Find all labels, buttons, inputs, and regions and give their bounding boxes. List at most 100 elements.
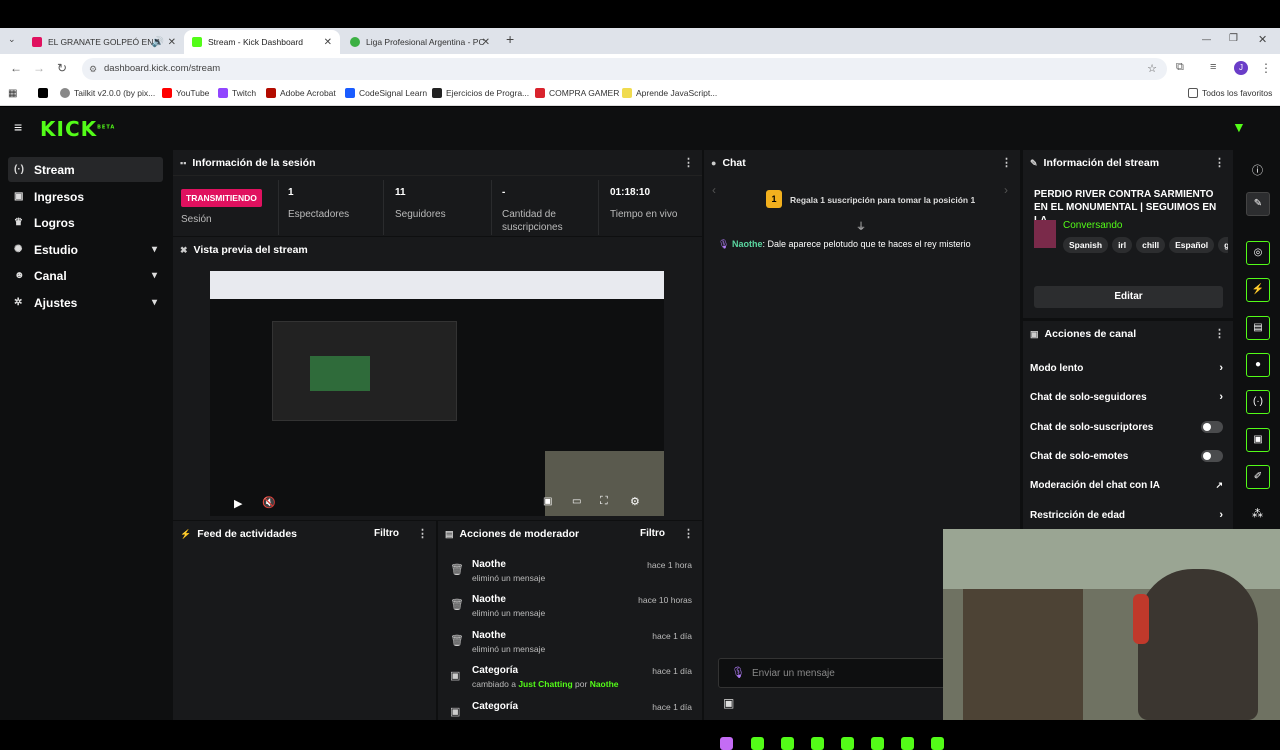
media-icon[interactable]: ≡: [1210, 61, 1216, 73]
edit-stream-icon[interactable]: ✎: [1246, 192, 1270, 216]
pip-icon[interactable]: ▣: [543, 496, 552, 507]
sidebar-item-estudio[interactable]: ✺ Estudio ▾: [8, 237, 163, 262]
broadcast-icon[interactable]: (·): [1246, 390, 1270, 414]
category-name[interactable]: Just Chatting: [518, 679, 572, 689]
sidebar-item-stream[interactable]: (·) Stream: [8, 157, 163, 182]
emote-icon[interactable]: [751, 737, 764, 750]
audio-icon[interactable]: 🔊: [152, 37, 164, 48]
sidebar-item-canal[interactable]: ☻ Canal ▾: [8, 263, 163, 288]
emote-icon[interactable]: [901, 737, 914, 750]
kebab-menu-icon[interactable]: ⋮: [683, 527, 694, 540]
chevron-left-icon[interactable]: ‹: [712, 183, 716, 197]
emote-icon[interactable]: [781, 737, 794, 750]
stream-category[interactable]: Conversando: [1063, 220, 1122, 231]
close-tab-icon[interactable]: ✕: [324, 37, 332, 48]
bookmark-twitch[interactable]: Twitch: [218, 88, 256, 98]
bookmark-ejercicios[interactable]: Ejercicios de Progra...: [432, 88, 529, 98]
kebab-menu-icon[interactable]: ⋮: [1001, 156, 1012, 169]
action-modo-lento[interactable]: Modo lento ›: [1030, 354, 1223, 382]
action-restriccion-edad[interactable]: Restricción de edad ›: [1030, 501, 1223, 529]
emote-icon[interactable]: [811, 737, 824, 750]
sidebar-item-ingresos[interactable]: ▣ Ingresos: [8, 184, 163, 209]
kebab-menu-icon[interactable]: ⋮: [1214, 156, 1225, 169]
bookmark-x[interactable]: [38, 88, 52, 98]
forward-icon[interactable]: →: [33, 61, 45, 75]
bookmark-acrobat[interactable]: Adobe Acrobat: [266, 88, 336, 98]
tab-search-icon[interactable]: ⌄: [8, 34, 16, 45]
tag-chip[interactable]: Spanish: [1063, 237, 1109, 253]
tag-chip[interactable]: irl: [1112, 237, 1133, 253]
theater-icon[interactable]: ▭: [572, 496, 581, 507]
close-window-icon[interactable]: ✕: [1258, 33, 1267, 46]
wrench-icon[interactable]: ✐: [1246, 465, 1270, 489]
toggle-switch[interactable]: [1201, 450, 1223, 462]
profile-avatar[interactable]: J: [1234, 61, 1248, 75]
all-bookmarks[interactable]: Todos los favoritos: [1188, 88, 1272, 98]
tag-chip[interactable]: Español: [1169, 237, 1215, 253]
user-avatar-icon[interactable]: ▼: [1232, 119, 1246, 135]
preview-video[interactable]: ▶ 🔇 ▣ ▭ ⛶ ⚙: [210, 271, 664, 516]
toggle-switch[interactable]: [1201, 421, 1223, 433]
mod-user[interactable]: Naothe: [472, 559, 506, 570]
bookmark-star-icon[interactable]: ☆: [1147, 58, 1157, 80]
channel-actions-panel: ▣ Acciones de canal ⋮ Modo lento › Chat de …: [1023, 321, 1233, 531]
camera-icon[interactable]: ◎: [1246, 241, 1270, 265]
emote-icon[interactable]: [871, 737, 884, 750]
address-bar[interactable]: ⚙ dashboard.kick.com/stream ☆: [82, 58, 1167, 80]
bookmark-tailkit[interactable]: Tailkit v2.0.0 (by pix...: [60, 88, 155, 98]
kebab-menu-icon[interactable]: ⋮: [417, 527, 428, 540]
bookmark-codesignal[interactable]: CodeSignal Learn: [345, 88, 427, 98]
site-info-icon[interactable]: ⚙: [89, 58, 97, 80]
mod-user[interactable]: Naothe: [472, 594, 506, 605]
hamburger-menu-icon[interactable]: ≡: [14, 119, 22, 135]
back-icon[interactable]: ←: [10, 61, 22, 75]
tab-liga-profesional[interactable]: Liga Profesional Argentina - PC ✕: [342, 30, 498, 54]
chat-bubble-icon[interactable]: ●: [1246, 353, 1270, 377]
tab-granate[interactable]: EL GRANATE GOLPEÓ EN A 🔊 ✕: [24, 30, 184, 54]
emote-icon[interactable]: [841, 737, 854, 750]
sidebar-item-ajustes[interactable]: ✲ Ajustes ▾: [8, 290, 163, 315]
play-icon[interactable]: ▶: [234, 497, 242, 510]
kick-logo[interactable]: KICKBETA: [40, 117, 115, 141]
bookmark-javascript[interactable]: Aprende JavaScript...: [622, 88, 717, 98]
info-icon[interactable]: ⓘ: [1252, 162, 1263, 178]
gift-banner-text[interactable]: Regala 1 suscripción para tomar la posic…: [790, 195, 975, 205]
mute-icon[interactable]: 🔇: [262, 496, 276, 509]
print-icon[interactable]: ▣: [1246, 428, 1270, 452]
bookmark-youtube[interactable]: YouTube: [162, 88, 209, 98]
minimize-icon[interactable]: —: [1202, 34, 1211, 44]
restore-icon[interactable]: ❐: [1229, 33, 1238, 44]
emote-icon[interactable]: [720, 737, 733, 750]
action-moderacion-ia[interactable]: Moderación del chat con IA ↗: [1030, 471, 1223, 499]
new-tab-button[interactable]: +: [506, 31, 514, 47]
settings-icon[interactable]: ⚙: [630, 495, 640, 508]
fullscreen-icon[interactable]: ⛶: [600, 495, 608, 508]
apps-icon[interactable]: ▦: [8, 88, 17, 99]
category-user[interactable]: Naothe: [590, 679, 619, 689]
chat-username[interactable]: Naothe: [732, 239, 763, 249]
pinned-toggle-icon[interactable]: ⏚: [856, 218, 866, 233]
share-icon[interactable]: ⁂: [1252, 507, 1263, 520]
close-tab-icon[interactable]: ✕: [168, 37, 176, 48]
extensions-icon[interactable]: ⧉: [1176, 61, 1184, 74]
feed-filter-button[interactable]: Filtro: [374, 528, 399, 539]
sidebar-item-logros[interactable]: ♛ Logros: [8, 210, 163, 235]
mod-filter-button[interactable]: Filtro: [640, 528, 665, 539]
chat-settings-icon[interactable]: ▣: [723, 696, 734, 710]
action-solo-seguidores[interactable]: Chat de solo-seguidores ›: [1030, 383, 1223, 411]
tab-kick-dashboard[interactable]: Stream - Kick Dashboard ✕: [184, 30, 340, 54]
chevron-right-icon[interactable]: ›: [1004, 183, 1008, 197]
tag-chip[interactable]: ga: [1218, 237, 1228, 253]
close-tab-icon[interactable]: ✕: [482, 37, 490, 48]
tag-chip[interactable]: chill: [1136, 237, 1166, 253]
emote-icon[interactable]: [931, 737, 944, 750]
lightning-icon[interactable]: ⚡: [1246, 278, 1270, 302]
document-icon[interactable]: ▤: [1246, 316, 1270, 340]
edit-button[interactable]: Editar: [1034, 286, 1223, 308]
kebab-menu-icon[interactable]: ⋮: [683, 156, 694, 169]
menu-icon[interactable]: ⋮: [1260, 61, 1272, 75]
kebab-menu-icon[interactable]: ⋮: [1214, 327, 1225, 340]
reload-icon[interactable]: ↻: [57, 61, 67, 75]
mod-user[interactable]: Naothe: [472, 630, 506, 641]
bookmark-compragamer[interactable]: COMPRA GAMER: [535, 88, 619, 98]
